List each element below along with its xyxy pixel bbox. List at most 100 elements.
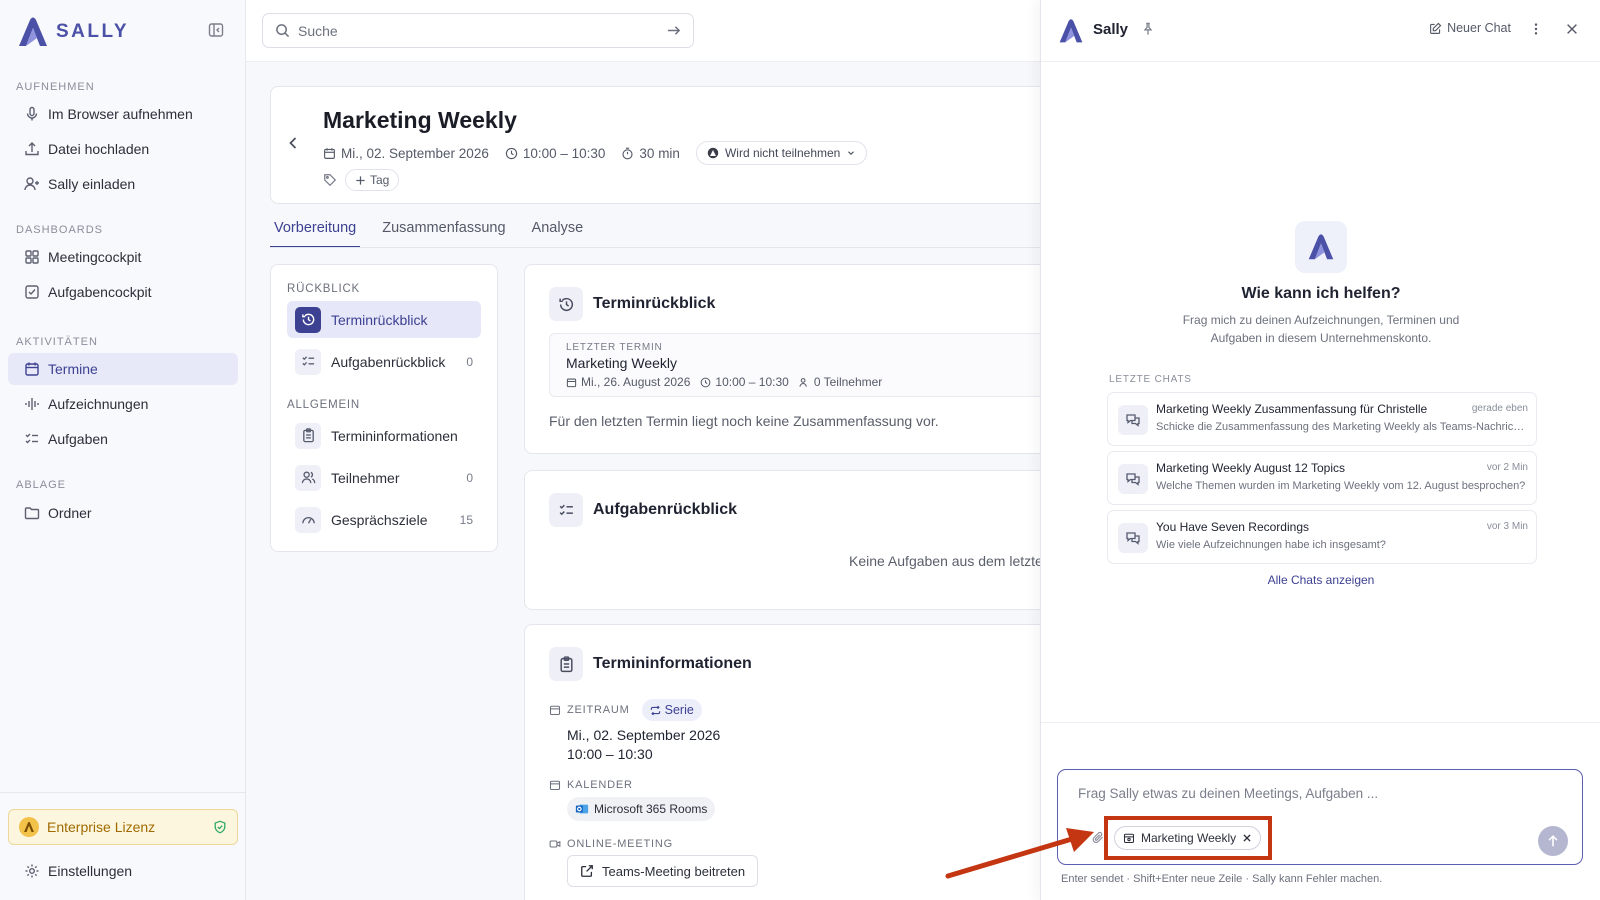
- sidebar-item-settings[interactable]: Einstellungen: [8, 855, 238, 887]
- sidebar-item-upload-file[interactable]: Datei hochladen: [8, 133, 238, 165]
- edit-icon: [1430, 22, 1442, 34]
- meeting-date: Mi., 02. September 2026: [323, 146, 489, 161]
- tab-zusammenfassung[interactable]: Zusammenfassung: [378, 212, 509, 248]
- period-time: 10:00 – 10:30: [567, 746, 653, 762]
- user-plus-icon: [24, 176, 40, 192]
- card-title: Aufgabenrückblick: [549, 493, 737, 527]
- section-nav-aufgabenrueckblick[interactable]: Aufgabenrückblick 0: [287, 343, 481, 380]
- folder-icon: [24, 505, 40, 521]
- sidebar-item-tasks[interactable]: Aufgaben: [8, 423, 238, 455]
- recent-chat-item[interactable]: Marketing Weekly Zusammenfassung für Chr…: [1107, 392, 1537, 446]
- sidebar-item-label: Datei hochladen: [48, 141, 150, 157]
- sidebar-item-recordings[interactable]: Aufzeichnungen: [8, 388, 238, 420]
- more-options-icon[interactable]: [1529, 22, 1543, 36]
- chat-bubbles-icon: [1118, 464, 1148, 494]
- sidebar: SALLY AUFNEHMEN Im Browser aufnehmen Dat…: [0, 0, 246, 900]
- collapse-sidebar-icon[interactable]: [208, 22, 230, 44]
- calendar-icon: [549, 780, 561, 791]
- calendar-label: KALENDER: [549, 779, 633, 791]
- sidebar-item-record-browser[interactable]: Im Browser aufnehmen: [8, 98, 238, 130]
- chat-bubbles-icon: [1118, 523, 1148, 553]
- sidebar-item-label: Aufgabencockpit: [48, 284, 152, 300]
- chat-input-placeholder: Frag Sally etwas zu deinen Meetings, Auf…: [1078, 786, 1379, 801]
- attendance-dropdown[interactable]: Wird nicht teilnehmen: [695, 141, 868, 165]
- sidebar-item-invite-sally[interactable]: Sally einladen: [8, 168, 238, 200]
- logo[interactable]: SALLY: [16, 14, 230, 50]
- clipboard-icon: [549, 647, 583, 681]
- checklist-icon: [549, 493, 583, 527]
- chat-composer: Frag Sally etwas zu deinen Meetings, Auf…: [1041, 722, 1600, 900]
- add-tag-button[interactable]: Tag: [345, 169, 400, 191]
- chevron-left-icon[interactable]: [285, 135, 301, 151]
- composer-hint: Enter sendet · Shift+Enter neue Zeile · …: [1061, 873, 1383, 885]
- sidebar-item-taskcockpit[interactable]: Aufgabencockpit: [8, 276, 238, 308]
- send-button[interactable]: [1538, 826, 1568, 856]
- sidebar-item-label: Aufgaben: [48, 431, 108, 447]
- chat-assistant-name: Sally: [1093, 21, 1129, 38]
- checkbox-icon: [24, 284, 40, 300]
- meeting-time: 10:00 – 10:30: [505, 146, 605, 161]
- period-date: Mi., 02. September 2026: [567, 727, 721, 743]
- new-chat-button[interactable]: Neuer Chat: [1429, 21, 1511, 35]
- section-label-general: ALLGEMEIN: [287, 399, 361, 411]
- pin-icon[interactable]: [1141, 22, 1155, 36]
- outlook-icon: [575, 804, 589, 814]
- all-chats-link[interactable]: Alle Chats anzeigen: [1041, 573, 1600, 587]
- logo-text: SALLY: [56, 21, 130, 42]
- plus-icon: [356, 175, 365, 185]
- calendar-icon: [566, 378, 577, 387]
- checklist-icon: [24, 431, 40, 447]
- license-badge[interactable]: Enterprise Lizenz: [8, 809, 238, 845]
- history-icon: [549, 287, 583, 321]
- sidebar-item-label: Aufzeichnungen: [48, 396, 149, 412]
- count-badge: 0: [466, 470, 473, 485]
- chat-input[interactable]: Frag Sally etwas zu deinen Meetings, Auf…: [1057, 769, 1583, 865]
- page-title: Marketing Weekly: [323, 107, 517, 133]
- task-empty-text: Keine Aufgaben aus dem letzte: [849, 553, 1042, 569]
- microphone-icon: [24, 106, 40, 122]
- chat-bubbles-icon: [1118, 405, 1148, 435]
- sidebar-footer: Enterprise Lizenz Einstellungen: [0, 792, 245, 900]
- count-badge: 15: [459, 512, 473, 527]
- last-meeting-meta: Mi., 26. August 2026 10:00 – 10:30 0 Tei…: [566, 375, 1042, 389]
- review-empty-text: Für den letzten Termin liegt noch keine …: [549, 413, 939, 429]
- tabs-divider: [270, 247, 1042, 248]
- search-icon: [275, 23, 290, 38]
- chat-header: Sally Neuer Chat: [1041, 0, 1600, 62]
- license-label: Enterprise Lizenz: [47, 819, 156, 835]
- calendar-badge: Microsoft 365 Rooms: [567, 797, 716, 821]
- period-label: ZEITRAUM Serie: [549, 699, 702, 721]
- sidebar-item-appointments[interactable]: Termine: [8, 353, 238, 385]
- chat-panel: Sally Neuer Chat Wie kann ich helfen? Fr…: [1040, 0, 1600, 900]
- external-link-icon: [581, 865, 593, 877]
- sidebar-item-label: Im Browser aufnehmen: [48, 106, 193, 122]
- count-badge: 0: [466, 354, 473, 369]
- sidebar-item-label: Einstellungen: [48, 863, 133, 879]
- sidebar-item-meetingcockpit[interactable]: Meetingcockpit: [8, 241, 238, 273]
- arrow-right-icon[interactable]: [666, 23, 681, 38]
- stopwatch-icon: [622, 147, 633, 159]
- grid-icon: [24, 249, 40, 265]
- recent-chat-item[interactable]: You Have Seven Recordings vor 3 Min Wie …: [1107, 510, 1537, 564]
- upload-icon: [24, 141, 40, 157]
- chat-welcome-subtitle: Frag mich zu deinen Aufzeichnungen, Term…: [1182, 313, 1460, 345]
- recent-chats-label: LETZTE CHATS: [1109, 374, 1192, 385]
- highlight-box: [1104, 816, 1272, 860]
- tab-vorbereitung[interactable]: Vorbereitung: [270, 212, 361, 248]
- last-meeting[interactable]: LETZTER TERMIN Marketing Weekly Mi., 26.…: [549, 333, 1042, 397]
- meeting-header: Marketing Weekly Mi., 02. September 2026…: [270, 86, 1042, 204]
- section-nav-gespraechsziele[interactable]: Gesprächsziele 15: [287, 501, 481, 538]
- close-icon[interactable]: [1565, 22, 1579, 36]
- last-meeting-label: LETZTER TERMIN: [566, 342, 663, 353]
- sidebar-item-folders[interactable]: Ordner: [8, 497, 238, 529]
- chat-welcome-title: Wie kann ich helfen?: [1241, 285, 1401, 302]
- recent-chat-item[interactable]: Marketing Weekly August 12 Topics vor 2 …: [1107, 451, 1537, 505]
- tab-analyse[interactable]: Analyse: [528, 212, 588, 248]
- section-nav-teilnehmer[interactable]: Teilnehmer 0: [287, 459, 481, 496]
- section-label-record: AUFNEHMEN: [16, 81, 95, 93]
- users-icon: [799, 377, 807, 387]
- join-teams-button[interactable]: Teams-Meeting beitreten: [567, 855, 759, 887]
- section-nav-termininformationen[interactable]: Termininformationen: [287, 417, 481, 454]
- search-input[interactable]: Suche: [262, 13, 694, 48]
- section-nav-terminrueckblick[interactable]: Terminrückblick: [287, 301, 481, 338]
